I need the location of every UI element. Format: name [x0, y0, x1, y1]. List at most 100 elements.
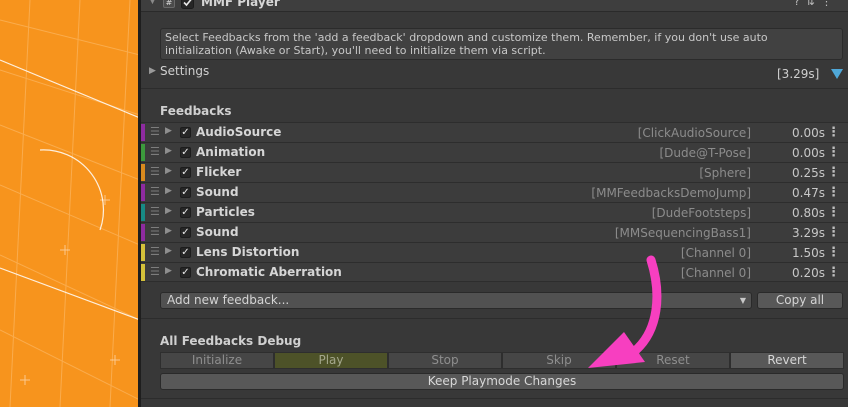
- drag-handle-icon[interactable]: ☰: [150, 125, 160, 138]
- feedback-menu-icon[interactable]: ⋮: [827, 225, 840, 240]
- feedback-duration: 1.50s: [792, 246, 825, 260]
- feedback-color-swatch: [141, 164, 145, 181]
- drag-handle-icon[interactable]: ☰: [150, 205, 160, 218]
- presets-icon[interactable]: ⇅: [806, 0, 821, 8]
- foldout-arrow-icon[interactable]: ▶: [165, 146, 172, 156]
- stop-button[interactable]: Stop: [388, 352, 502, 369]
- feedback-color-swatch: [141, 264, 145, 281]
- divider: [141, 318, 848, 319]
- feedback-target: [MMSequencingBass1]: [614, 226, 751, 240]
- script-icon: #: [163, 0, 175, 8]
- feedback-color-swatch: [141, 204, 145, 221]
- feedback-color-swatch: [141, 184, 145, 201]
- feedback-enabled-checkbox[interactable]: ✓: [180, 267, 191, 278]
- settings-foldout[interactable]: ▶ Settings [3.29s]: [141, 62, 848, 84]
- foldout-arrow-icon[interactable]: ▶: [149, 66, 156, 76]
- feedback-row[interactable]: ☰ ▶ ✓ Flicker [Sphere] 0.25s ⋮: [141, 162, 848, 182]
- play-button[interactable]: Play: [274, 352, 388, 369]
- feedback-enabled-checkbox[interactable]: ✓: [180, 207, 191, 218]
- revert-button[interactable]: Revert: [730, 352, 844, 369]
- foldout-arrow-icon[interactable]: ▶: [165, 186, 172, 196]
- feedback-name: Animation: [196, 145, 266, 159]
- help-icon[interactable]: ?: [794, 0, 806, 8]
- header-icons: ?⇅⋮: [794, 0, 838, 8]
- feedback-name: Sound: [196, 185, 239, 199]
- feedback-menu-icon[interactable]: ⋮: [827, 145, 840, 160]
- feedback-duration: 3.29s: [792, 226, 825, 240]
- feedback-duration: 0.25s: [792, 166, 825, 180]
- feedback-duration: 0.80s: [792, 206, 825, 220]
- drag-handle-icon[interactable]: ☰: [150, 185, 160, 198]
- feedback-target: [Channel 0]: [680, 246, 751, 260]
- scene-view[interactable]: [0, 0, 140, 407]
- feedback-enabled-checkbox[interactable]: ✓: [180, 167, 191, 178]
- inspector-panel: ▼ # MMF Player ?⇅⋮ Select Feedbacks from…: [141, 0, 848, 407]
- help-box: Select Feedbacks from the 'add a feedbac…: [160, 28, 843, 60]
- feedback-enabled-checkbox[interactable]: ✓: [180, 147, 191, 158]
- feedback-enabled-checkbox[interactable]: ✓: [180, 187, 191, 198]
- keep-playmode-changes-button[interactable]: Keep Playmode Changes: [160, 373, 844, 390]
- dropdown-caret-icon: ▼: [739, 296, 746, 305]
- drag-handle-icon[interactable]: ☰: [150, 245, 160, 258]
- feedback-menu-icon[interactable]: ⋮: [827, 205, 840, 220]
- drag-handle-icon[interactable]: ☰: [150, 225, 160, 238]
- feedback-target: [Dude@T-Pose]: [659, 146, 751, 160]
- feedback-list: ☰ ▶ ✓ AudioSource [ClickAudioSource] 0.00s ⋮ ☰ ▶…: [141, 122, 848, 282]
- feedback-enabled-checkbox[interactable]: ✓: [180, 227, 191, 238]
- feedbacks-title: Feedbacks: [160, 104, 232, 118]
- component-title: MMF Player: [201, 0, 280, 9]
- feedback-menu-icon[interactable]: ⋮: [827, 165, 840, 180]
- feedback-duration: 0.20s: [792, 266, 825, 280]
- feedback-duration: 0.00s: [792, 126, 825, 140]
- divider: [141, 398, 848, 399]
- feedback-row[interactable]: ☰ ▶ ✓ Lens Distortion [Channel 0] 1.50s ⋮: [141, 242, 848, 262]
- debug-button-bar: Initialize Play Stop Skip Reset Revert: [160, 352, 844, 369]
- foldout-arrow-icon[interactable]: ▶: [165, 206, 172, 216]
- feedback-color-swatch: [141, 244, 145, 261]
- total-duration: [3.29s]: [777, 67, 820, 81]
- foldout-arrow-icon[interactable]: ▶: [165, 266, 172, 276]
- feedback-target: [DudeFootsteps]: [651, 206, 751, 220]
- kebab-menu-icon[interactable]: ⋮: [821, 0, 838, 8]
- feedback-row[interactable]: ☰ ▶ ✓ Particles [DudeFootsteps] 0.80s ⋮: [141, 202, 848, 222]
- component-header[interactable]: ▼ # MMF Player ?⇅⋮: [141, 0, 848, 12]
- foldout-arrow-icon[interactable]: ▶: [165, 166, 172, 176]
- feedback-target: [ClickAudioSource]: [637, 126, 751, 140]
- feedback-row[interactable]: ☰ ▶ ✓ Animation [Dude@T-Pose] 0.00s ⋮: [141, 142, 848, 162]
- feedback-menu-icon[interactable]: ⋮: [827, 265, 840, 280]
- feedback-target: [MMFeedbacksDemoJump]: [591, 186, 751, 200]
- feedback-duration: 0.00s: [792, 146, 825, 160]
- component-enabled-checkbox[interactable]: [181, 0, 194, 9]
- feedback-enabled-checkbox[interactable]: ✓: [180, 127, 191, 138]
- feedback-name: Flicker: [196, 165, 242, 179]
- settings-label: Settings: [160, 64, 210, 78]
- feedback-color-swatch: [141, 144, 145, 161]
- feedback-row[interactable]: ☰ ▶ ✓ AudioSource [ClickAudioSource] 0.00s ⋮: [141, 122, 848, 142]
- foldout-arrow-icon[interactable]: ▶: [165, 246, 172, 256]
- reset-button[interactable]: Reset: [616, 352, 730, 369]
- foldout-arrow-icon[interactable]: ▶: [165, 226, 172, 236]
- skip-button[interactable]: Skip: [502, 352, 616, 369]
- feedback-target: [Channel 0]: [680, 266, 751, 280]
- feedback-name: Lens Distortion: [196, 245, 300, 259]
- feedback-duration: 0.47s: [792, 186, 825, 200]
- fold-arrow-icon[interactable]: ▼: [149, 0, 156, 6]
- foldout-arrow-icon[interactable]: ▶: [165, 126, 172, 136]
- feedback-name: AudioSource: [196, 125, 282, 139]
- feedback-menu-icon[interactable]: ⋮: [827, 125, 840, 140]
- feedback-menu-icon[interactable]: ⋮: [827, 185, 840, 200]
- feedback-target: [Sphere]: [699, 166, 751, 180]
- drag-handle-icon[interactable]: ☰: [150, 165, 160, 178]
- copy-all-button[interactable]: Copy all: [757, 292, 843, 309]
- feedback-enabled-checkbox[interactable]: ✓: [180, 247, 191, 258]
- feedback-menu-icon[interactable]: ⋮: [827, 245, 840, 260]
- drag-handle-icon[interactable]: ☰: [150, 265, 160, 278]
- add-feedback-dropdown[interactable]: Add new feedback... ▼: [160, 292, 752, 309]
- divider: [141, 88, 848, 89]
- feedback-row[interactable]: ☰ ▶ ✓ Chromatic Aberration [Channel 0] 0.20s ⋮: [141, 262, 848, 282]
- feedback-color-swatch: [141, 224, 145, 241]
- drag-handle-icon[interactable]: ☰: [150, 145, 160, 158]
- initialize-button[interactable]: Initialize: [160, 352, 274, 369]
- feedback-row[interactable]: ☰ ▶ ✓ Sound [MMFeedbacksDemoJump] 0.47s ⋮: [141, 182, 848, 202]
- feedback-row[interactable]: ☰ ▶ ✓ Sound [MMSequencingBass1] 3.29s ⋮: [141, 222, 848, 242]
